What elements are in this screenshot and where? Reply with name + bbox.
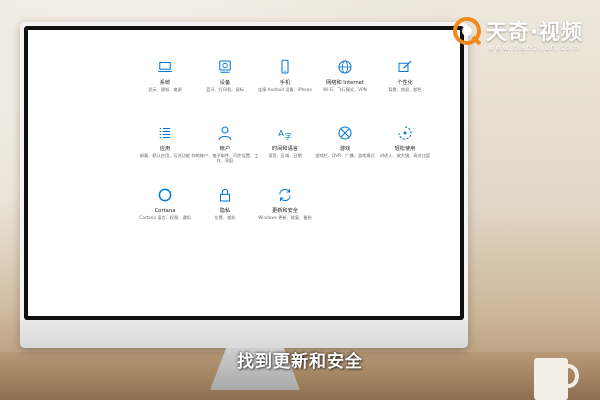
setting-description: Windows 更新、恢复、备份 <box>258 215 312 220</box>
lock-icon <box>219 188 231 202</box>
setting-description: 讲述人、放大镜、高对比度 <box>379 153 431 158</box>
brand-url: www.tianqijun.com <box>488 43 580 52</box>
cortana-icon <box>158 188 172 202</box>
devices-icon <box>219 60 231 73</box>
setting-title: 个性化 <box>397 80 413 86</box>
setting-title: 轻松使用 <box>394 146 416 152</box>
person-icon <box>218 126 232 140</box>
ease-of-access-icon <box>398 126 412 140</box>
setting-update-security[interactable]: 更新和安全 Windows 更新、恢复、备份 <box>250 186 320 220</box>
apps-list-icon <box>159 127 171 139</box>
setting-ease-of-access[interactable]: 轻松使用 讲述人、放大镜、高对比度 <box>370 124 440 158</box>
setting-personalization[interactable]: 个性化 背景、锁屏、颜色 <box>370 58 440 92</box>
svg-text:字: 字 <box>284 131 292 141</box>
video-subtitle: 找到更新和安全 <box>237 352 363 372</box>
time-language-icon: A 字 <box>278 128 292 141</box>
svg-text:A: A <box>278 128 284 138</box>
personalization-icon <box>398 60 412 72</box>
brand-name: 天奇·视频 <box>486 20 583 44</box>
logo-mark-icon <box>453 17 482 46</box>
setting-description: 背景、锁屏、颜色 <box>388 87 422 92</box>
globe-icon <box>338 60 352 74</box>
settings-screen: 系统 显示、通知、电源 设备 蓝牙、打印机、鼠标 手机 连接 Android 设… <box>28 30 460 316</box>
phone-icon <box>281 59 289 74</box>
monitor-chin <box>20 320 468 348</box>
xbox-icon <box>338 126 352 140</box>
refresh-icon <box>279 188 291 202</box>
monitor: 系统 显示、通知、电源 设备 蓝牙、打印机、鼠标 手机 连接 Android 设… <box>20 22 468 348</box>
monitor-bezel: 系统 显示、通知、电源 设备 蓝牙、打印机、鼠标 手机 连接 Android 设… <box>24 26 464 320</box>
laptop-icon <box>158 61 172 73</box>
setting-title: 更新和安全 <box>272 208 298 214</box>
brand-logo: 天奇·视频 www.tianqijun.com <box>452 12 592 58</box>
